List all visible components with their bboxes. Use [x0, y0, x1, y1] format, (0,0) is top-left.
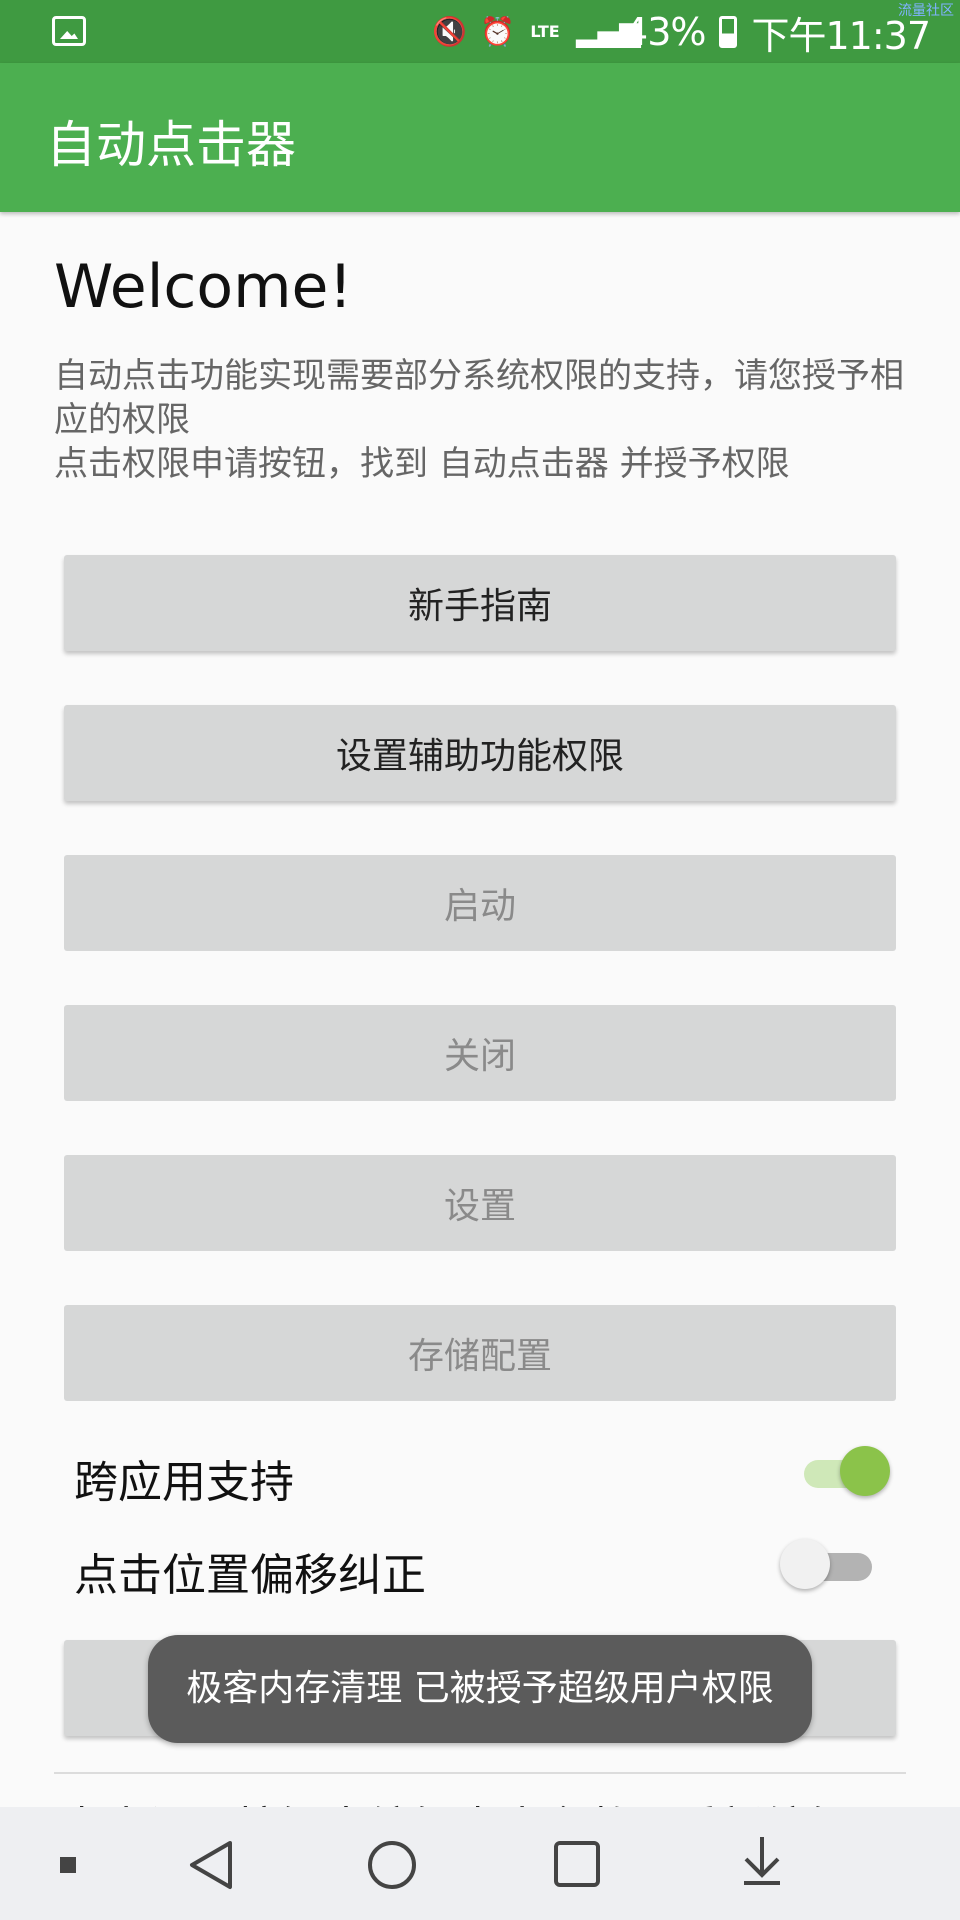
click-offset-correction-row[interactable]: 点击位置偏移纠正 — [74, 1525, 884, 1605]
gallery-icon — [52, 16, 86, 46]
notification-pull-down-icon[interactable] — [740, 1835, 784, 1887]
toast-message: 极客内存清理 已被授予超级用户权限 — [148, 1635, 812, 1743]
settings-button[interactable]: 设置 — [64, 1155, 896, 1251]
mute-icon: 🔇 — [432, 15, 467, 48]
divider — [54, 1772, 906, 1774]
battery-percent: 43% — [624, 10, 706, 54]
cross-app-support-row[interactable]: 跨应用支持 — [74, 1432, 890, 1512]
nav-dot-icon[interactable] — [60, 1857, 76, 1873]
switch-knob — [840, 1446, 890, 1496]
guide-button[interactable]: 新手指南 — [64, 555, 896, 651]
desc-line-2: 点击权限申请按钮，找到 自动点击器 并授予权限 — [54, 444, 790, 484]
switch-knob — [780, 1539, 830, 1589]
start-button[interactable]: 启动 — [64, 855, 896, 951]
back-icon[interactable] — [186, 1839, 236, 1891]
click-offset-correction-switch[interactable] — [780, 1539, 884, 1589]
signal-icon: ▂▄▆ — [576, 15, 641, 48]
desc-line-1: 自动点击功能实现需要部分系统权限的支持，请您授予相应的权限 — [54, 356, 904, 440]
alarm-icon: ⏰ — [480, 15, 515, 48]
close-button[interactable]: 关闭 — [64, 1005, 896, 1101]
welcome-heading: Welcome! — [54, 252, 353, 322]
battery-icon — [719, 16, 738, 48]
status-icons: 🔇 ⏰ LTE ▂▄▆ 43% 下午11:37 — [432, 8, 931, 58]
cut-off-instruction-text: 点击设置按钮来编辑点击参数，重新编辑 — [60, 1792, 852, 1807]
app-bar: 自动点击器 — [0, 63, 960, 212]
click-offset-correction-label: 点击位置偏移纠正 — [74, 1550, 426, 1601]
home-icon[interactable] — [368, 1841, 416, 1889]
navigation-bar — [0, 1807, 960, 1920]
save-config-button[interactable]: 存储配置 — [64, 1305, 896, 1401]
status-bar: 🔇 ⏰ LTE ▂▄▆ 43% 下午11:37 流量社区 — [0, 0, 960, 63]
main-content[interactable]: Welcome! 自动点击功能实现需要部分系统权限的支持，请您授予相应的权限 点… — [0, 212, 960, 1807]
recent-apps-icon[interactable] — [554, 1841, 600, 1887]
cross-app-support-label: 跨应用支持 — [74, 1457, 294, 1508]
cross-app-support-switch[interactable] — [798, 1446, 890, 1496]
accessibility-permission-button[interactable]: 设置辅助功能权限 — [64, 705, 896, 801]
lte-icon: LTE — [530, 22, 560, 41]
watermark-label: 流量社区 — [898, 3, 954, 19]
app-title: 自动点击器 — [46, 116, 296, 174]
permission-description: 自动点击功能实现需要部分系统权限的支持，请您授予相应的权限 点击权限申请按钮，找… — [54, 354, 914, 486]
